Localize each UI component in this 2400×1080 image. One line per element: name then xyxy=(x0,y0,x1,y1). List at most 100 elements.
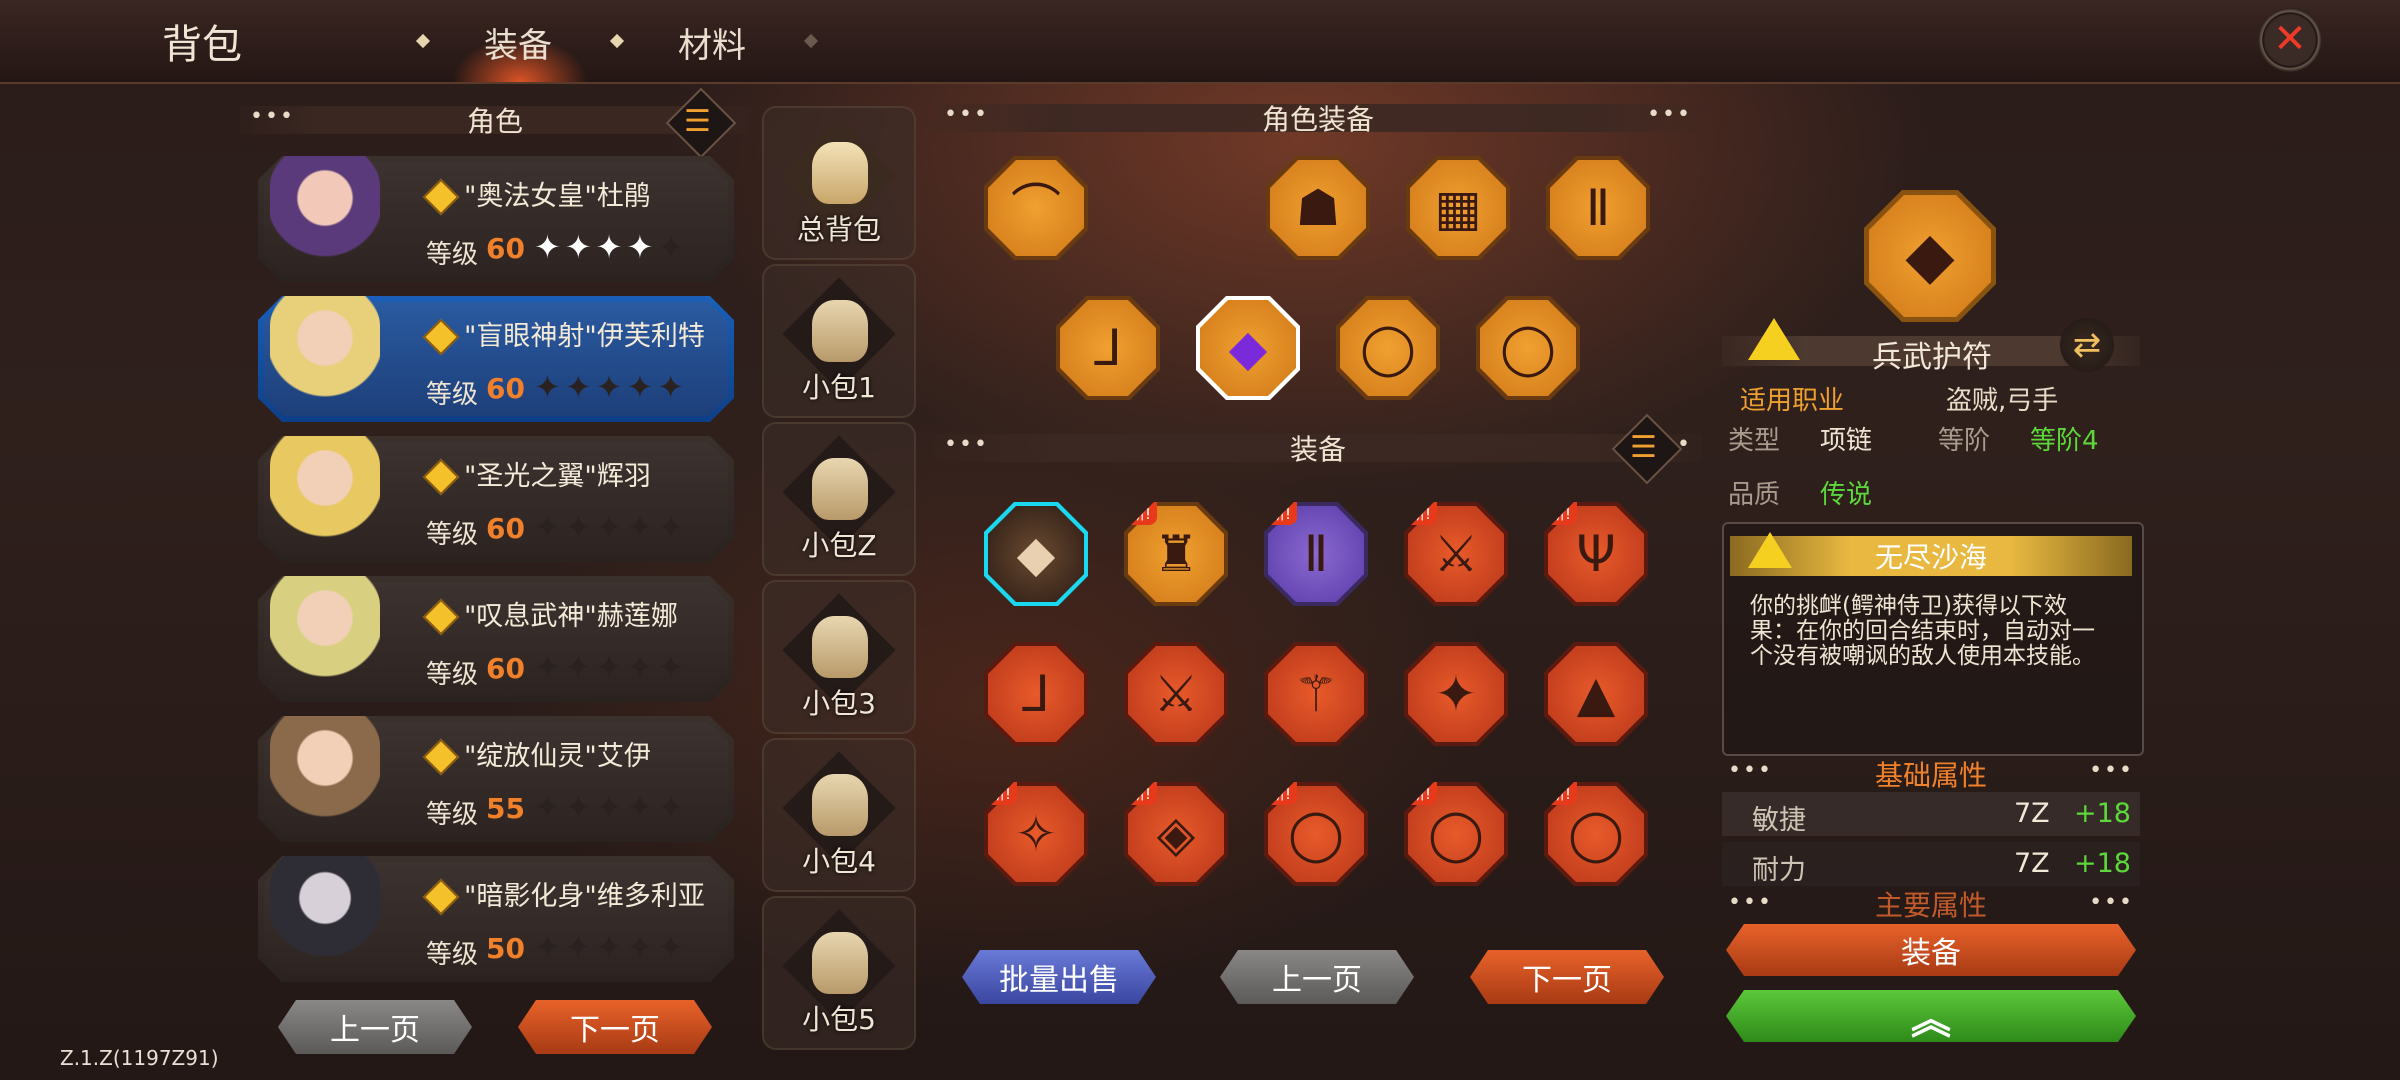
star-rating: ✦✦✦✦✦ xyxy=(534,228,689,266)
equipped-item-slot[interactable]: ⅃ xyxy=(1056,296,1160,400)
level-value: 55 xyxy=(486,792,525,825)
equipped-item-slot[interactable]: Ⅱ xyxy=(1546,156,1650,260)
chevron-up-icon: ︽ xyxy=(1911,997,1951,1043)
inventory-item-slot[interactable]: ⚔ 新! xyxy=(1404,502,1508,606)
tab-materials[interactable]: 材料 xyxy=(678,18,746,67)
selected-item-slot: ◆ xyxy=(1864,190,1996,322)
quality-label: 品质 xyxy=(1728,480,1781,510)
bag-2[interactable]: 小包Z xyxy=(762,422,916,576)
new-badge: 新! xyxy=(984,782,1018,805)
backpack-icon xyxy=(812,774,868,836)
base-stats-header: ••• 基础属性 ••• xyxy=(1722,758,2140,792)
character-card[interactable]: "暗影化身"维多利亚 等级 50 ✦✦✦✦✦ xyxy=(258,856,734,982)
type-value: 项链 xyxy=(1820,426,1873,456)
inventory-item-slot[interactable]: ⅃ xyxy=(984,642,1088,746)
character-card[interactable]: "圣光之翼"辉羽 等级 60 ✦✦✦✦✦ xyxy=(258,436,734,562)
inventory-item-slot[interactable]: ◯ 新! xyxy=(1264,782,1368,886)
character-name: "圣光之翼"辉羽 xyxy=(464,461,651,492)
page-title: 背包 xyxy=(162,22,242,68)
stat-bonus: +18 xyxy=(2074,798,2131,829)
bag-4[interactable]: 小包4 xyxy=(762,738,916,892)
mace-icon: ⚚ xyxy=(1293,665,1339,723)
inventory-item-slot[interactable]: ▲ xyxy=(1544,642,1648,746)
level-value: 60 xyxy=(486,232,525,265)
backpack-icon xyxy=(812,300,868,362)
character-name: "暗影化身"维多利亚 xyxy=(464,881,705,912)
inventory-item-slot[interactable]: ✧ 新! xyxy=(984,782,1088,886)
equipped-item-slot[interactable]: ▦ xyxy=(1406,156,1510,260)
equipped-item-slot[interactable]: ☗ xyxy=(1266,156,1370,260)
boots-icon: ⅃ xyxy=(1094,319,1122,377)
sort-icon: ☰ xyxy=(1630,430,1657,465)
robe-icon: ▲ xyxy=(1576,665,1616,723)
inventory-item-slot[interactable]: ◯ 新! xyxy=(1404,782,1508,886)
compare-swap-icon[interactable]: ⇄ xyxy=(2060,318,2114,372)
character-portrait xyxy=(270,566,380,696)
character-portrait xyxy=(270,846,380,976)
bag-label: 小包1 xyxy=(802,371,876,404)
main-stats-header-label: 主要属性 xyxy=(1874,889,1987,922)
inventory-item-slot[interactable]: ♜ 新! xyxy=(1124,502,1228,606)
version-label: Z.1.Z(1197Z91) xyxy=(60,1046,219,1070)
level-label: 等级 xyxy=(426,940,479,970)
inventory-item-slot[interactable]: ✦ xyxy=(1404,642,1508,746)
leggings-icon: Ⅱ xyxy=(1585,179,1611,237)
bag-label: 小包5 xyxy=(802,1003,876,1036)
equip-button[interactable]: 装备 xyxy=(1726,924,2136,976)
characters-next-page-button[interactable]: 下一页 xyxy=(518,1000,712,1054)
character-portrait xyxy=(270,286,380,416)
backpack-icon xyxy=(812,142,868,204)
ring-icon: ◯ xyxy=(1360,319,1416,377)
class-label: 适用职业 xyxy=(1740,386,1845,416)
class-value: 盗贼,弓手 xyxy=(1946,386,2059,416)
base-stats-header-label: 基础属性 xyxy=(1874,759,1987,792)
stat-row: 敏捷 7Z +18 xyxy=(1722,792,2140,836)
bag-5[interactable]: 小包5 xyxy=(762,896,916,1050)
equipped-item-slot[interactable]: ◯ xyxy=(1476,296,1580,400)
character-card[interactable]: "绽放仙灵"艾伊 等级 55 ✦✦✦✦✦ xyxy=(258,716,734,842)
star-rating: ✦✦✦✦✦ xyxy=(534,648,689,686)
equipped-header: ••• 角色装备 ••• xyxy=(934,102,1702,136)
new-badge: 新! xyxy=(1124,502,1158,525)
sword-icon: ⚔ xyxy=(1153,665,1199,723)
new-badge: 新! xyxy=(1124,782,1158,805)
bag-1[interactable]: 小包1 xyxy=(762,264,916,418)
backpack-icon xyxy=(812,616,868,678)
inventory-item-slot[interactable]: ◈ 新! xyxy=(1124,782,1228,886)
equipped-header-label: 角色装备 xyxy=(1261,103,1374,136)
bag-all[interactable]: 总背包 xyxy=(762,106,916,260)
inventory-item-slot[interactable]: ⚔ xyxy=(1124,642,1228,746)
new-badge: 新! xyxy=(1404,502,1438,525)
inventory-item-slot[interactable]: Ⅱ 新! xyxy=(1264,502,1368,606)
close-button[interactable]: ✕ xyxy=(2258,8,2322,72)
bag-3[interactable]: 小包3 xyxy=(762,580,916,734)
item-name: 兵武护符 xyxy=(1872,340,1992,375)
inventory-item-slot[interactable]: ◯ 新! xyxy=(1544,782,1648,886)
inventory-item-slot[interactable]: ⚚ xyxy=(1264,642,1368,746)
star-rating: ✦✦✦✦✦ xyxy=(534,368,689,406)
inventory-item-slot[interactable]: ◆ xyxy=(984,502,1088,606)
characters-prev-page-button[interactable]: 上一页 xyxy=(278,1000,472,1054)
character-card[interactable]: "盲眼神射"伊芙利特 等级 60 ✦✦✦✦✦ xyxy=(258,296,734,422)
bow-icon: ⌒ xyxy=(1011,179,1061,237)
skill-name: 无尽沙海 xyxy=(1874,541,1987,574)
character-name: "盲眼神射"伊芙利特 xyxy=(464,321,705,352)
tier-value: 等阶4 xyxy=(2030,426,2099,456)
stat-name: 耐力 xyxy=(1752,855,1806,886)
equipped-item-slot[interactable]: ◯ xyxy=(1336,296,1440,400)
bulk-sell-button[interactable]: 批量出售 xyxy=(962,950,1156,1004)
upgrade-button[interactable]: ︽ xyxy=(1726,990,2136,1042)
tab-equipment[interactable]: 装备 xyxy=(484,18,552,67)
inventory-item-slot[interactable]: Ψ 新! xyxy=(1544,502,1648,606)
character-card[interactable]: "奥法女皇"杜鹃 等级 60 ✦✦✦✦✦ xyxy=(258,156,734,282)
skill-rank-icon xyxy=(1748,532,1792,568)
quality-value: 传说 xyxy=(1820,480,1873,510)
armor-icon: ▦ xyxy=(1434,179,1482,237)
inventory-prev-page-button[interactable]: 上一页 xyxy=(1220,950,1414,1004)
equipped-item-slot[interactable]: ◆ xyxy=(1196,296,1300,400)
level-label: 等级 xyxy=(426,520,479,550)
inventory-next-page-button[interactable]: 下一页 xyxy=(1470,950,1664,1004)
stat-row: 耐力 7Z +18 xyxy=(1722,842,2140,886)
equipped-item-slot[interactable]: ⌒ xyxy=(984,156,1088,260)
character-card[interactable]: "叹息武神"赫莲娜 等级 60 ✦✦✦✦✦ xyxy=(258,576,734,702)
